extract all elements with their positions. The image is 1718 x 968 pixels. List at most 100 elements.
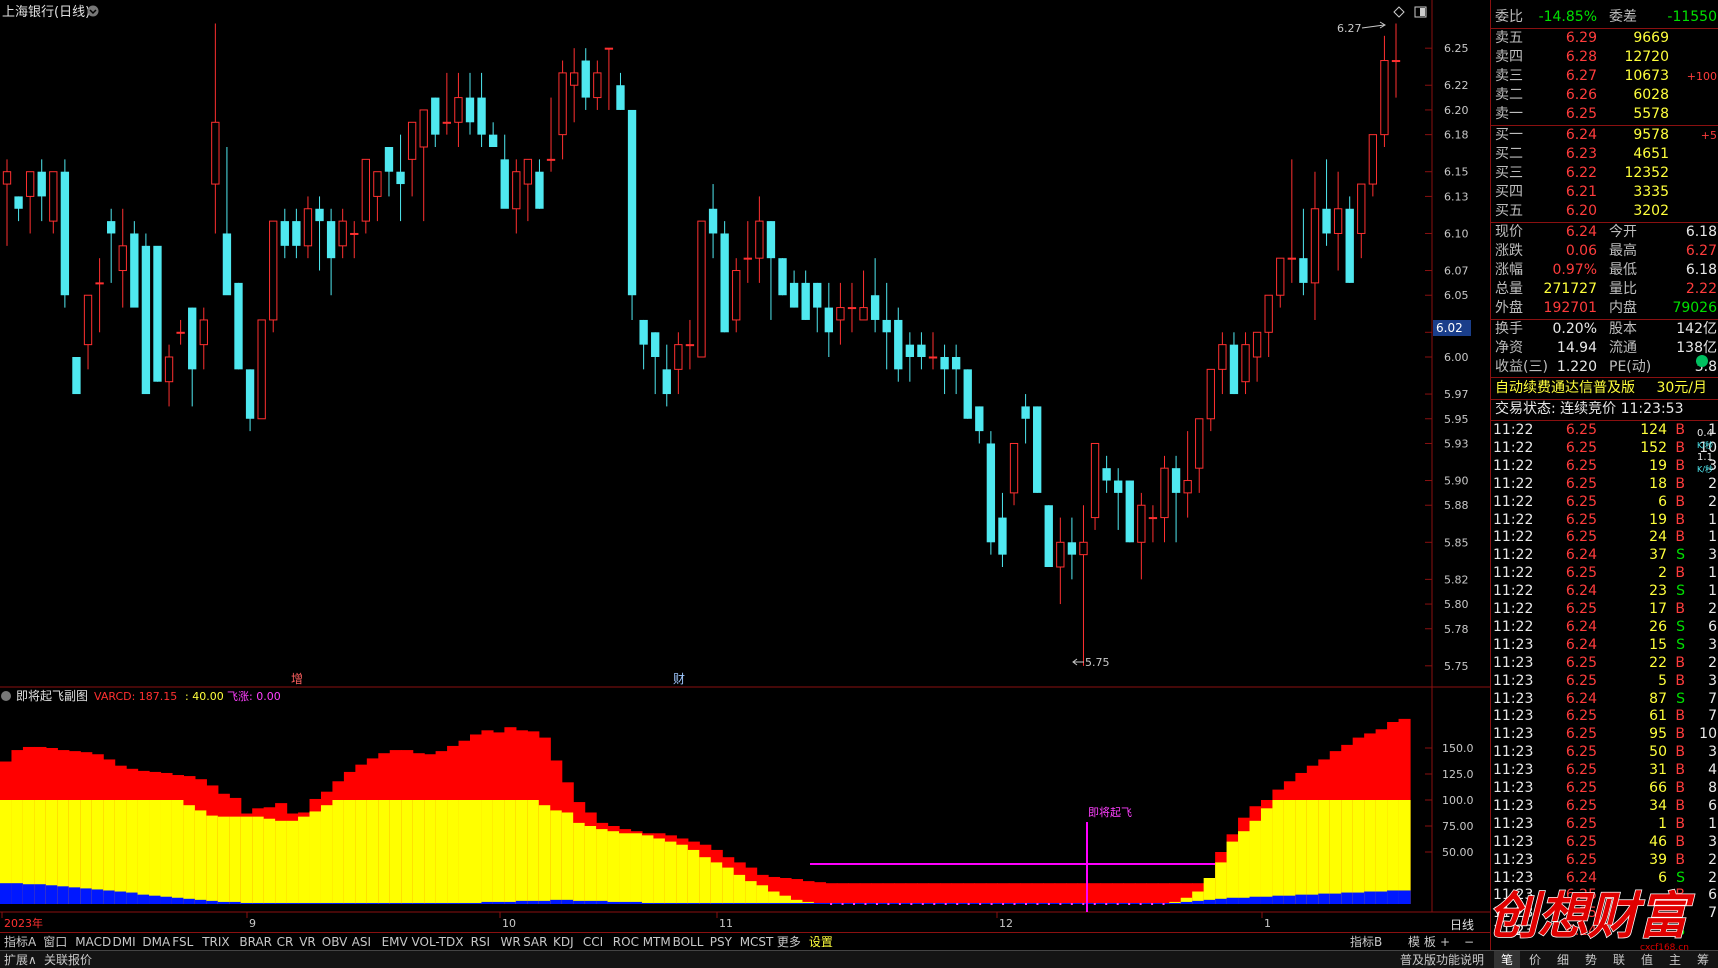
indicator-blue-bar — [194, 899, 207, 904]
event-marker-cai[interactable]: 财 — [673, 672, 685, 686]
indicator-tab[interactable]: TRIX — [202, 934, 229, 950]
indicator-blue-bar — [355, 902, 368, 904]
bid-level-row[interactable]: 买一 6.24 9578 +5 — [1491, 126, 1718, 145]
candle[interactable] — [1125, 480, 1134, 543]
indicator-tab[interactable]: BRAR — [239, 934, 272, 950]
candle[interactable] — [153, 245, 162, 382]
panel-tab[interactable]: 筹 — [1690, 951, 1716, 968]
panel-tab[interactable]: 值 — [1634, 951, 1660, 968]
indicator-yellow-bar — [1295, 800, 1308, 904]
candle[interactable] — [257, 319, 266, 420]
indicator-tab[interactable]: VR — [299, 934, 316, 950]
tick-time: 11:22 — [1493, 583, 1534, 600]
tick-count: 2 — [1708, 493, 1717, 510]
indicator-tab[interactable]: SAR — [523, 934, 547, 950]
candle[interactable] — [963, 369, 972, 419]
candle[interactable] — [627, 109, 637, 320]
indicator-red-bar — [1054, 883, 1067, 904]
ask-level-row[interactable]: 卖四 6.28 12720 — [1491, 48, 1718, 67]
candle[interactable] — [72, 357, 81, 395]
indicator-yellow-bar — [699, 857, 712, 904]
indicator-tab[interactable]: FSL — [172, 934, 193, 950]
candle[interactable] — [269, 220, 278, 333]
indicator-tab[interactable]: PSY — [710, 934, 732, 950]
panel-tab[interactable]: 主 — [1662, 951, 1688, 968]
panel-tab[interactable]: 笔 — [1494, 951, 1520, 968]
bid-level-row[interactable]: 买二 6.23 4651 — [1491, 145, 1718, 164]
chart-menu-icon[interactable] — [87, 5, 99, 17]
ask-level-row[interactable]: 卖一 6.25 5578 — [1491, 105, 1718, 124]
ask-level-row[interactable]: 卖五 6.29 9669 — [1491, 29, 1718, 48]
tick-time: 11:23 — [1493, 726, 1534, 743]
candle[interactable] — [720, 221, 729, 333]
chart-control-button[interactable]: 指标B — [1350, 934, 1382, 950]
indicator-tab[interactable]: DMA — [142, 934, 170, 950]
indicator-tab[interactable]: MTM — [643, 934, 671, 950]
chart-control-button[interactable]: 模 板 — [1408, 934, 1436, 950]
ask-volume: 6028 — [1633, 87, 1669, 103]
indicator-tab[interactable]: 窗口 — [43, 934, 67, 950]
indicator-tab[interactable]: BOLL — [673, 934, 704, 950]
candle[interactable] — [697, 220, 706, 358]
indicator-blue-bar — [630, 901, 643, 904]
indicator-tab[interactable]: 设置 — [809, 934, 833, 950]
indicator-tab[interactable]: RSI — [471, 934, 491, 950]
candle[interactable] — [1044, 505, 1053, 567]
indicator-blue-bar — [722, 902, 735, 904]
panel-tab[interactable]: 细 — [1550, 951, 1576, 968]
candle[interactable] — [60, 159, 70, 308]
indicator-blue-bar — [504, 901, 517, 904]
ask-level-row[interactable]: 卖二 6.26 6028 — [1491, 86, 1718, 105]
panel-tab[interactable]: 价 — [1522, 951, 1548, 968]
indicator-tab[interactable]: MACD — [75, 934, 111, 950]
panel-tab[interactable]: 势 — [1578, 951, 1604, 968]
candle[interactable] — [141, 233, 151, 395]
indicator-blue-bar — [641, 902, 655, 904]
label: 卖五 — [1495, 30, 1523, 46]
panel-tab[interactable]: 联 — [1606, 951, 1632, 968]
tick-volume: 17 — [1649, 601, 1667, 617]
indicator-tab[interactable]: OBV — [322, 934, 348, 950]
candle[interactable] — [778, 258, 787, 296]
indicator-tab[interactable]: WR — [501, 934, 521, 950]
candle[interactable] — [234, 282, 243, 370]
indicator-tab[interactable]: DMI — [113, 934, 136, 950]
status-link[interactable]: 扩展∧ — [4, 951, 37, 968]
tick-time: 11:23 — [1493, 780, 1534, 796]
event-marker-zeng[interactable]: 增 — [291, 672, 303, 686]
price-tick-label: 5.78 — [1444, 623, 1469, 636]
indicator-tab[interactable]: EMV — [382, 934, 408, 950]
main-chart-area[interactable]: 6.25 6.22 6.20 6.18 6.15 6.13 6.10 6.07 6.05 6.00… — [0, 0, 1490, 935]
ask-level-row[interactable]: 卖三 6.27 10673 +100 — [1491, 67, 1718, 86]
indicator-tab[interactable]: MCST — [740, 934, 774, 950]
bid-level-row[interactable]: 买四 6.21 3335 — [1491, 183, 1718, 202]
indicator-tab[interactable]: ASI — [352, 934, 371, 950]
indicator-blue-bar — [401, 902, 414, 904]
candle[interactable] — [1345, 196, 1354, 283]
chart-control-button[interactable]: − — [1464, 934, 1474, 950]
status-link[interactable]: 关联报价 — [44, 951, 92, 968]
candle[interactable] — [130, 221, 139, 308]
indicator-tab[interactable]: CR — [277, 934, 294, 950]
indicator-tab[interactable]: 指标A — [4, 934, 36, 950]
candle[interactable] — [1090, 442, 1100, 530]
indicator-tab[interactable]: KDJ — [553, 934, 574, 950]
indicator-tab[interactable]: ROC — [613, 934, 639, 950]
period-label[interactable]: 日线 — [1450, 918, 1474, 932]
indicator-tab[interactable]: CCI — [583, 934, 603, 950]
indicator-menu-icon[interactable] — [1, 691, 11, 701]
tick-row: 11:22 6.24 26 S 6 — [1491, 618, 1718, 636]
promo-row[interactable]: 自动续费通达信普及版 30元/月 — [1491, 379, 1718, 398]
indicator-tab[interactable]: VOL-TDX — [412, 934, 464, 950]
quote-value: 0.06 — [1565, 243, 1597, 259]
candle[interactable] — [1033, 406, 1042, 493]
tick-row: 11:23 6.25 B 6 — [1491, 886, 1718, 904]
indicator-yellow-bar — [149, 800, 162, 904]
help-link[interactable]: 普及版功能说明 — [1400, 951, 1484, 968]
indicator-tab[interactable]: 更多 — [777, 934, 801, 950]
bid-level-row[interactable]: 买五 6.20 3202 — [1491, 202, 1718, 221]
chart-control-button[interactable]: + — [1440, 934, 1450, 950]
label: 买五 — [1495, 203, 1523, 219]
candle[interactable] — [986, 431, 996, 555]
bid-level-row[interactable]: 买三 6.22 12352 — [1491, 164, 1718, 183]
